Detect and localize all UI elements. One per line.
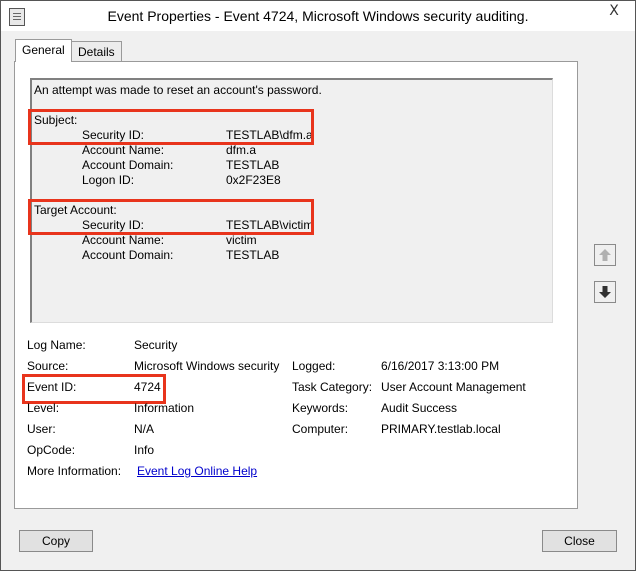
description-intro: An attempt was made to reset an account'…: [34, 83, 322, 97]
level-value: Information: [134, 401, 195, 415]
tab-general[interactable]: General: [15, 39, 72, 62]
arrow-down-icon: [599, 286, 611, 298]
target-account-name-value: victim: [226, 233, 257, 247]
task-category-label: Task Category:: [292, 380, 373, 394]
source-label: Source:: [27, 359, 69, 373]
logged-label: Logged:: [292, 359, 336, 373]
user-value: N/A: [134, 422, 155, 436]
target-account-name-label: Account Name:: [82, 233, 165, 247]
copy-button[interactable]: Copy: [19, 530, 93, 552]
source-value: Microsoft Windows security: [134, 359, 280, 373]
subject-account-name-value: dfm.a: [226, 143, 257, 157]
user-label: User:: [27, 422, 56, 436]
subject-account-domain-label: Account Domain:: [82, 158, 174, 172]
target-account-domain-label: Account Domain:: [82, 248, 174, 262]
task-category-value: User Account Management: [381, 380, 526, 394]
target-account-domain-value: TESTLAB: [226, 248, 280, 262]
event-id-label: Event ID:: [27, 380, 77, 394]
opcode-value: Info: [134, 443, 155, 457]
subject-logon-id-label: Logon ID:: [82, 173, 135, 187]
event-properties-window: Event Properties - Event 4724, Microsoft…: [0, 0, 636, 571]
log-name-label: Log Name:: [27, 338, 86, 352]
window-title: Event Properties - Event 4724, Microsoft…: [107, 8, 529, 24]
keywords-label: Keywords:: [292, 401, 349, 415]
opcode-label: OpCode:: [27, 443, 76, 457]
subject-highlight-box: [28, 109, 314, 145]
next-event-button[interactable]: [594, 281, 616, 303]
title-bar[interactable]: Event Properties - Event 4724, Microsoft…: [1, 1, 635, 31]
logged-value: 6/16/2017 3:13:00 PM: [381, 359, 500, 373]
computer-value: PRIMARY.testlab.local: [381, 422, 501, 436]
keywords-value: Audit Success: [381, 401, 458, 415]
level-label: Level:: [27, 401, 60, 415]
close-window-icon[interactable]: X: [599, 1, 629, 21]
subject-account-domain-value: TESTLAB: [226, 158, 280, 172]
tab-details[interactable]: Details: [71, 41, 122, 62]
arrow-up-icon: [599, 249, 611, 261]
subject-account-name-label: Account Name:: [82, 143, 165, 157]
more-information-label: More Information:: [27, 464, 122, 478]
target-account-highlight-box: [28, 199, 314, 235]
event-log-online-help-link[interactable]: Event Log Online Help: [137, 464, 257, 478]
event-id-value: 4724: [134, 380, 161, 394]
close-button[interactable]: Close: [542, 530, 617, 552]
previous-event-button[interactable]: [594, 244, 616, 266]
log-name-value: Security: [134, 338, 178, 352]
subject-logon-id-value: 0x2F23E8: [226, 173, 281, 187]
computer-label: Computer:: [292, 422, 349, 436]
